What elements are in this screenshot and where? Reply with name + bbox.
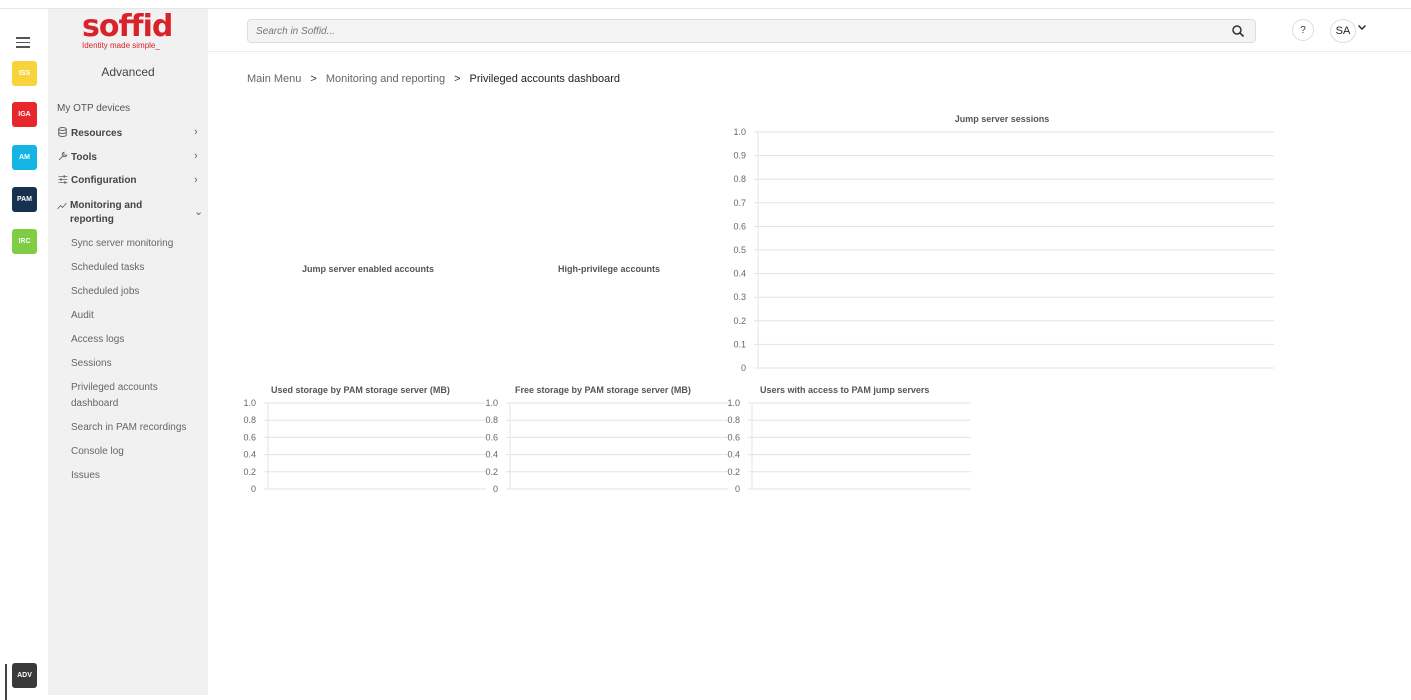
y-tick-label: 0.6 <box>727 432 740 442</box>
app-tile-pam[interactable]: PAM <box>12 187 37 212</box>
chart-title: Free storage by PAM storage server (MB) <box>515 385 691 395</box>
y-tick-label: 0.2 <box>243 467 256 477</box>
y-tick-label: 0.6 <box>733 221 746 231</box>
sidebar-subitem-audit[interactable]: Audit <box>71 308 94 324</box>
wrench-icon <box>57 151 68 163</box>
y-tick-label: 0 <box>493 484 498 494</box>
search-icon[interactable] <box>1231 24 1245 38</box>
app-rail: ISS IGA AM PAM IRC ADV <box>0 9 48 700</box>
sidebar-item-label: Monitoring and reporting <box>70 200 143 225</box>
sidebar-subitem-scheduled-jobs[interactable]: Scheduled jobs <box>71 284 139 300</box>
soffid-logo[interactable]: soffid Identity made simple_ <box>82 11 182 51</box>
search-input[interactable] <box>256 24 1196 38</box>
chevron-down-icon[interactable]: ⌄ <box>194 205 203 218</box>
y-tick-label: 0.8 <box>727 415 740 425</box>
sidebar-subitem-issues[interactable]: Issues <box>71 468 100 484</box>
y-tick-label: 0.2 <box>733 316 746 326</box>
y-tick-label: 0.2 <box>727 467 740 477</box>
y-tick-label: 1.0 <box>243 398 256 408</box>
chart-line-icon <box>57 200 67 214</box>
dashboard-charts: Jump server enabled accounts High-privile… <box>243 114 1274 494</box>
chevron-down-icon[interactable] <box>1357 22 1367 35</box>
y-tick-label: 0.6 <box>243 432 256 442</box>
y-tick-label: 0 <box>741 363 746 373</box>
user-avatar[interactable]: SA <box>1330 19 1356 43</box>
chart-title: Users with access to PAM jump servers <box>760 385 929 395</box>
y-tick-label: 0.7 <box>733 198 746 208</box>
logo-word: soffid <box>82 9 173 44</box>
y-tick-label: 0.4 <box>733 269 746 279</box>
chart-title: Used storage by PAM storage server (MB) <box>271 385 450 395</box>
sidebar-subitem-console-log[interactable]: Console log <box>71 444 124 460</box>
breadcrumb-separator: > <box>310 73 317 85</box>
y-tick-label: 0.2 <box>485 467 498 477</box>
sidebar-item-configuration[interactable]: Configuration <box>57 175 137 186</box>
y-tick-label: 0.4 <box>727 450 740 460</box>
sidebar-subitem-scheduled-tasks[interactable]: Scheduled tasks <box>71 260 144 276</box>
chart-title: Jump server sessions <box>955 114 1050 124</box>
y-tick-label: 0.9 <box>733 151 746 161</box>
sidebar-subitem-sessions[interactable]: Sessions <box>71 356 112 372</box>
y-tick-label: 0.5 <box>733 245 746 255</box>
sidebar-item-label: Tools <box>71 151 97 163</box>
sidebar-item-label: Resources <box>71 127 123 139</box>
breadcrumb-link-monitoring[interactable]: Monitoring and reporting <box>326 73 445 85</box>
app-tile-iss[interactable]: ISS <box>12 61 37 86</box>
y-tick-label: 0.8 <box>485 415 498 425</box>
header-divider <box>208 51 1411 52</box>
y-tick-label: 0.8 <box>243 415 256 425</box>
y-tick-label: 0.1 <box>733 339 746 349</box>
breadcrumb-link-main-menu[interactable]: Main Menu <box>247 73 301 85</box>
search-bar[interactable] <box>247 19 1256 43</box>
app-tile-am[interactable]: AM <box>12 145 37 170</box>
chart-title: Jump server enabled accounts <box>302 264 434 274</box>
chevron-right-icon[interactable]: › <box>194 150 198 162</box>
app-tile-iga[interactable]: IGA <box>12 102 37 127</box>
app-tile-adv[interactable]: ADV <box>12 663 37 688</box>
chart-title: High-privilege accounts <box>558 264 660 274</box>
sidebar-item-otp-devices[interactable]: My OTP devices <box>57 103 130 114</box>
breadcrumb: Main Menu > Monitoring and reporting > Privi… <box>247 73 620 85</box>
y-tick-label: 0.4 <box>243 450 256 460</box>
sidebar-subitem-sync-server-monitoring[interactable]: Sync server monitoring <box>71 236 173 252</box>
database-icon <box>57 127 68 139</box>
sidebar-item-monitoring-reporting[interactable]: Monitoring and reporting <box>57 199 167 227</box>
sliders-icon <box>57 175 68 186</box>
sidebar: soffid Identity made simple_ Advanced My… <box>48 9 208 695</box>
hamburger-menu-icon[interactable] <box>16 37 30 48</box>
y-tick-label: 0.8 <box>733 174 746 184</box>
y-tick-label: 0.3 <box>733 292 746 302</box>
sidebar-subitem-search-pam-recordings[interactable]: Search in PAM recordings <box>71 420 186 436</box>
top-border <box>0 8 1411 9</box>
sidebar-subitem-privileged-accounts-dashboard[interactable]: Privileged accounts dashboard <box>71 380 181 412</box>
sidebar-item-label: Configuration <box>71 175 137 186</box>
help-button[interactable]: ? <box>1292 19 1314 41</box>
y-tick-label: 0.4 <box>485 450 498 460</box>
sidebar-title: Advanced <box>101 65 155 79</box>
sidebar-item-label: My OTP devices <box>57 103 131 114</box>
breadcrumb-current: Privileged accounts dashboard <box>469 73 620 85</box>
sidebar-subitem-access-logs[interactable]: Access logs <box>71 332 124 348</box>
y-tick-label: 1.0 <box>733 127 746 137</box>
chevron-right-icon[interactable]: › <box>194 126 198 138</box>
sidebar-item-resources[interactable]: Resources <box>57 127 122 139</box>
help-icon: ? <box>1300 24 1306 36</box>
y-tick-label: 0.6 <box>485 432 498 442</box>
y-tick-label: 1.0 <box>485 398 498 408</box>
chevron-right-icon[interactable]: › <box>194 174 198 186</box>
app-tile-irc[interactable]: IRC <box>12 229 37 254</box>
breadcrumb-separator: > <box>454 73 461 85</box>
y-tick-label: 0 <box>735 484 740 494</box>
sidebar-item-tools[interactable]: Tools <box>57 151 97 163</box>
y-tick-label: 1.0 <box>727 398 740 408</box>
y-tick-label: 0 <box>251 484 256 494</box>
